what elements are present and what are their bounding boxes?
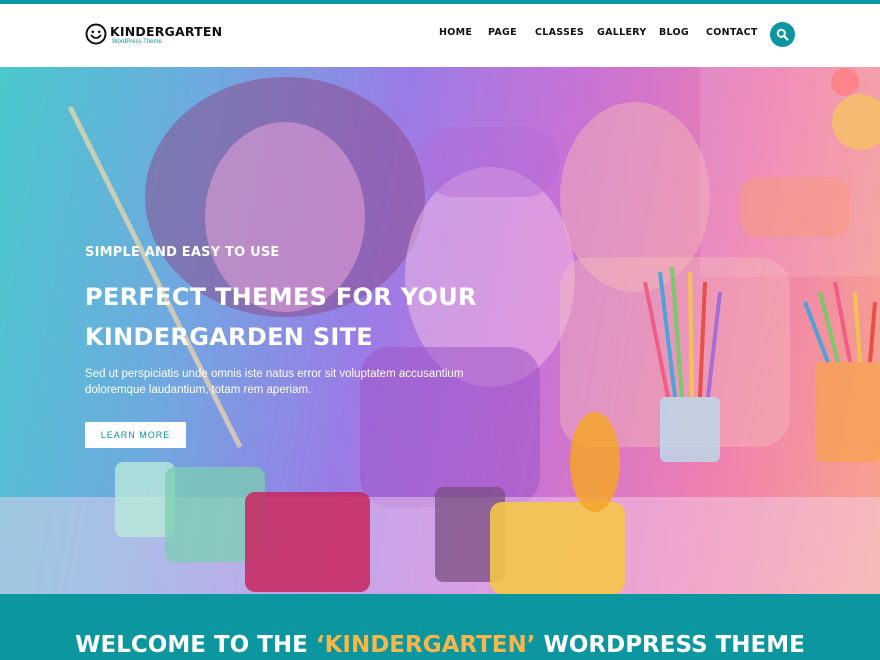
nav-item-classes[interactable]: CLASSES [535,27,584,38]
welcome-title-post: WORDPRESS THEME [535,632,805,658]
search-button[interactable] [770,22,795,47]
learn-more-button[interactable]: LEARN MORE [85,422,186,448]
hero-description: Sed ut perspiciatis unde omnis iste natu… [85,366,505,398]
main-nav: HOME PAGE CLASSES GALLERY BLOG CONTACT [0,27,880,43]
nav-item-gallery[interactable]: GALLERY [597,27,647,38]
hero-description-line-2: doloremque laudantium, totam rem aperiam… [85,384,312,396]
welcome-title: WELCOME TO THE ‘KINDERGARTEN’ WORDPRESS … [0,632,880,658]
hero-kicker: SIMPLE AND EASY TO USE [85,245,280,260]
welcome-title-pre: WELCOME TO THE [75,632,316,658]
hero-title: PERFECT THEMES FOR YOUR KINDERGARDEN SIT… [85,277,505,357]
search-icon [776,28,789,41]
nav-item-home[interactable]: HOME [439,27,472,38]
hero-description-line-1: Sed ut perspiciatis unde omnis iste natu… [85,368,464,380]
welcome-title-highlight: ‘KINDERGARTEN’ [315,632,536,658]
hero-title-line-1: PERFECT THEMES FOR YOUR [85,283,477,311]
nav-item-page[interactable]: PAGE [488,27,517,38]
nav-item-contact[interactable]: CONTACT [706,27,758,38]
site-header: KINDERGARTEN WordPress Theme HOME PAGE C… [0,4,880,67]
nav-item-blog[interactable]: BLOG [659,27,689,38]
hero-banner: SIMPLE AND EASY TO USE PERFECT THEMES FO… [0,67,880,594]
welcome-section: WELCOME TO THE ‘KINDERGARTEN’ WORDPRESS … [0,594,880,660]
hero-title-line-2: KINDERGARDEN SITE [85,323,374,351]
